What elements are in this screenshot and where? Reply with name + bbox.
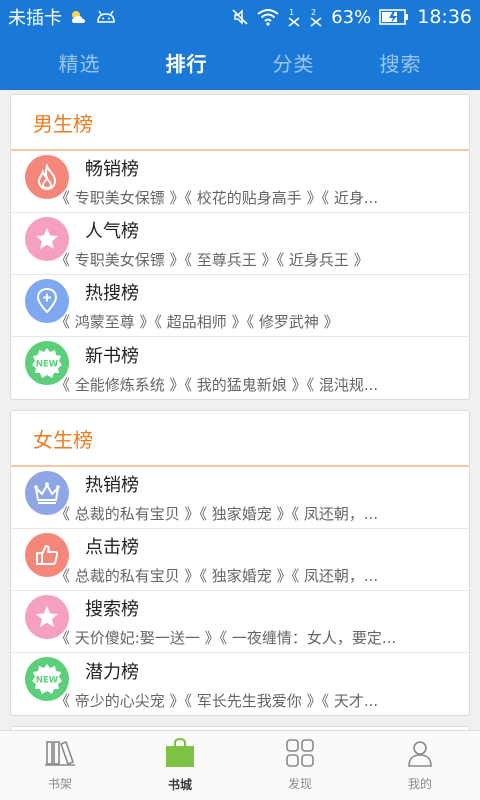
tab-rankings[interactable]: 排行 xyxy=(139,48,235,77)
top-tab-bar: 精选 排行 分类 搜索 xyxy=(0,34,480,90)
ranking-title: 新书榜 xyxy=(85,345,139,367)
ranking-row-bestseller[interactable]: 畅销榜 《 专职美女保镖 》《 校花的贴身高手 》《 近身... xyxy=(11,151,469,213)
svg-text:NEW: NEW xyxy=(36,360,59,370)
ranking-row-potential[interactable]: NEW 潜力榜 《 帝少的心尖宠 》《 军长先生我爱你 》《 天才... xyxy=(11,653,469,715)
ranking-row-hot-sales[interactable]: 热销榜 《 总裁的私有宝贝 》《 独家婚宠 》《 凤还朝，... xyxy=(11,467,469,529)
nav-bookshelf-label: 书架 xyxy=(47,777,72,791)
ranking-books: 《 鸿蒙至尊 》《 超品相师 》《 修罗武神 》 xyxy=(55,313,339,331)
battery-percent: 63% xyxy=(331,6,372,28)
grid-icon xyxy=(285,739,315,771)
carrier-label: 未插卡 xyxy=(8,8,62,29)
nav-discover-label: 发现 xyxy=(287,777,312,791)
person-icon xyxy=(406,739,434,771)
clock: 18:36 xyxy=(417,6,472,28)
bookshelf-icon xyxy=(44,739,76,771)
svg-text:2: 2 xyxy=(311,8,316,17)
status-bar: 未插卡 1 2 63% 18:36 xyxy=(0,0,480,34)
male-rankings-card: 男生榜 畅销榜 《 专职美女保镖 》《 校花的贴身高手 》《 近身... 人气榜 xyxy=(10,94,470,400)
ranking-title: 热搜榜 xyxy=(85,283,139,304)
ranking-books: 《 专职美女保镖 》《 校花的贴身高手 》《 近身... xyxy=(55,189,379,207)
ranking-title: 热销榜 xyxy=(85,475,139,496)
ranking-books: 《 天价傻妃:娶一送一 》《 一夜缠情：女人，要定... xyxy=(55,629,397,647)
nav-bookstore[interactable]: 书城 xyxy=(120,737,240,793)
ranking-row-new-books[interactable]: NEW 新书榜 《 全能修炼系统 》《 我的猛鬼新娘 》《 混沌规... xyxy=(11,337,469,399)
ranking-row-clicks[interactable]: 点击榜 《 总裁的私有宝贝 》《 独家婚宠 》《 凤还朝，... xyxy=(11,529,469,591)
rankings-content[interactable]: 男生榜 畅销榜 《 专职美女保镖 》《 校花的贴身高手 》《 近身... 人气榜 xyxy=(0,90,480,730)
mute-icon xyxy=(231,8,249,26)
female-section-header: 女生榜 xyxy=(11,411,469,467)
ranking-title: 点击榜 xyxy=(85,537,139,558)
weather-icon xyxy=(68,9,90,25)
ranking-books: 《 专职美女保镖 》《 至尊兵王 》《 近身兵王 》 xyxy=(55,251,369,269)
ranking-books: 《 总裁的私有宝贝 》《 独家婚宠 》《 凤还朝，... xyxy=(55,505,379,523)
svg-text:1: 1 xyxy=(289,8,294,17)
battery-charging-icon xyxy=(379,9,409,25)
signal-sim1-icon: 1 xyxy=(287,7,301,27)
male-section-header: 男生榜 xyxy=(11,95,469,151)
nav-bookshelf[interactable]: 书架 xyxy=(0,739,120,792)
ranking-books: 《 全能修炼系统 》《 我的猛鬼新娘 》《 混沌规... xyxy=(55,375,379,394)
female-rankings-card: 女生榜 热销榜 《 总裁的私有宝贝 》《 独家婚宠 》《 凤还朝，... 点击榜… xyxy=(10,410,470,716)
wifi-icon xyxy=(257,8,279,26)
ranking-title: 畅销榜 xyxy=(85,159,139,180)
svg-text:NEW: NEW xyxy=(36,676,59,686)
bottom-nav: 书架 书城 发现 我的 xyxy=(0,730,480,800)
ranking-books: 《 帝少的心尖宠 》《 军长先生我爱你 》《 天才... xyxy=(55,691,379,710)
tab-categories[interactable]: 分类 xyxy=(246,48,342,77)
ranking-row-hot-search[interactable]: 热搜榜 《 鸿蒙至尊 》《 超品相师 》《 修罗武神 》 xyxy=(11,275,469,337)
ranking-title: 搜索榜 xyxy=(85,599,139,620)
ranking-row-popular[interactable]: 人气榜 《 专职美女保镖 》《 至尊兵王 》《 近身兵王 》 xyxy=(11,213,469,275)
nav-mine-label: 我的 xyxy=(407,777,432,791)
android-icon xyxy=(96,10,116,24)
ranking-books: 《 总裁的私有宝贝 》《 独家婚宠 》《 凤还朝，... xyxy=(55,567,379,585)
signal-sim2-icon: 2 xyxy=(309,7,323,27)
shopping-bag-icon xyxy=(164,737,196,772)
tab-featured[interactable]: 精选 xyxy=(32,48,128,77)
nav-discover[interactable]: 发现 xyxy=(240,739,360,792)
nav-mine[interactable]: 我的 xyxy=(360,739,480,792)
nav-bookstore-label: 书城 xyxy=(167,778,192,792)
tab-search[interactable]: 搜索 xyxy=(353,48,449,77)
ranking-row-search[interactable]: 搜索榜 《 天价傻妃:娶一送一 》《 一夜缠情：女人，要定... xyxy=(11,591,469,653)
ranking-title: 潜力榜 xyxy=(85,661,139,683)
ranking-title: 人气榜 xyxy=(85,221,139,242)
